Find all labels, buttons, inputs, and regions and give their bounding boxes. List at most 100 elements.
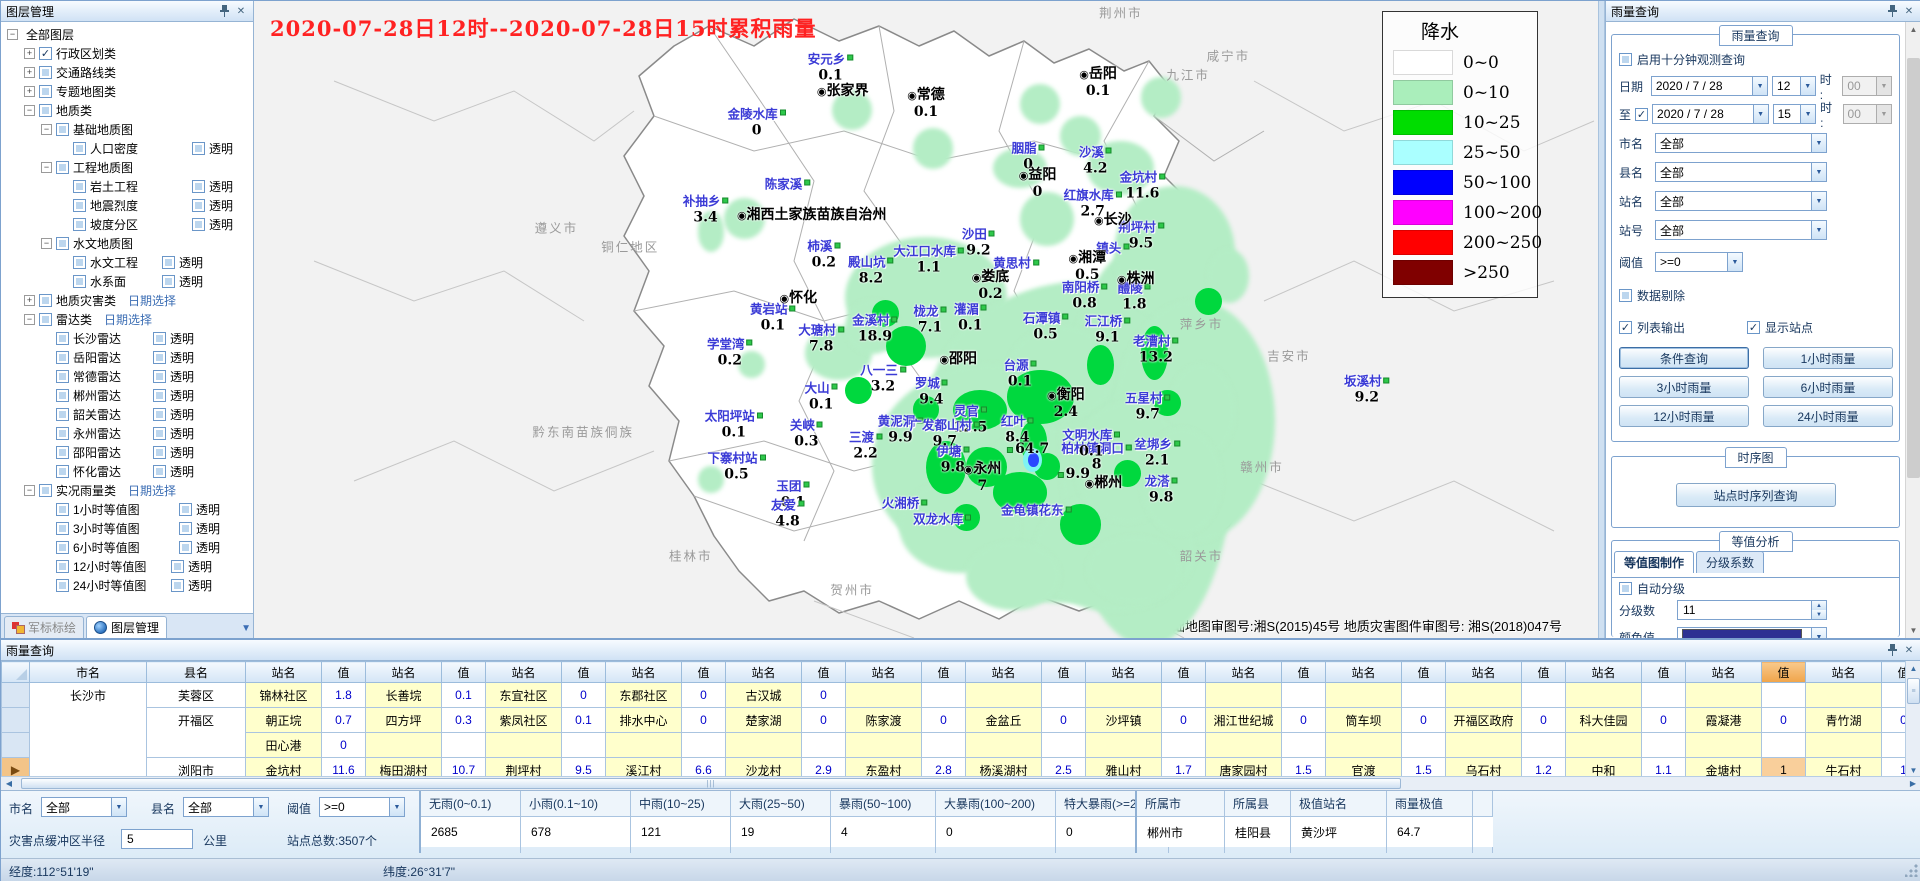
dropdown-icon[interactable]: ▼ <box>1752 77 1767 95</box>
tree-scroll-down-icon[interactable]: ▼ <box>241 623 251 634</box>
transparent-checkbox[interactable] <box>192 142 205 155</box>
field-combo-县名[interactable]: 全部▼ <box>1655 162 1827 182</box>
right-panel-scrollbar[interactable]: ▲ ▼ <box>1905 22 1920 638</box>
tree-item[interactable]: 人口密度透明 <box>1 139 253 158</box>
station-name-cell[interactable] <box>846 683 922 708</box>
station-name-cell[interactable] <box>1326 683 1402 708</box>
station-name-cell[interactable]: 青竹湖 <box>1806 708 1882 733</box>
dropdown-icon[interactable]: ▼ <box>389 798 404 816</box>
station-value-cell[interactable]: 1.5 <box>1282 758 1326 779</box>
collapse-icon[interactable]: − <box>41 162 52 173</box>
station-name-cell[interactable]: 排水中心 <box>606 708 682 733</box>
expand-icon[interactable]: + <box>24 86 35 97</box>
tab-military-plot[interactable]: 军标标绘 <box>4 616 84 638</box>
station-value-cell[interactable]: 0 <box>922 708 966 733</box>
tree-item[interactable]: −地质类 <box>1 101 253 120</box>
station-name-cell[interactable]: 雅山村 <box>1086 758 1162 779</box>
station-value-cell[interactable]: 2.8 <box>922 758 966 779</box>
query-button-1[interactable]: 条件查询 <box>1619 347 1749 369</box>
station-name-cell[interactable]: 四方坪 <box>366 708 442 733</box>
tree-item[interactable]: 水系面透明 <box>1 272 253 291</box>
layer-checkbox[interactable] <box>39 104 52 117</box>
station-name-cell[interactable]: 紫凤社区 <box>486 708 562 733</box>
station-name-cell[interactable] <box>1686 683 1762 708</box>
station-value-cell[interactable] <box>1042 683 1086 708</box>
station-value-cell[interactable]: 2.9 <box>802 758 846 779</box>
column-header-station[interactable]: 站名 <box>726 662 802 683</box>
dropdown-icon[interactable]: ▼ <box>1811 221 1826 239</box>
column-header-station[interactable]: 站名 <box>1086 662 1162 683</box>
station-name-cell[interactable] <box>1446 683 1522 708</box>
layer-checkbox[interactable] <box>56 579 69 592</box>
tree-item[interactable]: 长沙雷达透明 <box>1 329 253 348</box>
transparent-checkbox[interactable] <box>153 408 166 421</box>
query-button-3[interactable]: 3小时雨量 <box>1619 376 1749 398</box>
dropdown-icon[interactable]: ▼ <box>1800 105 1815 123</box>
pin-icon[interactable] <box>1885 4 1899 18</box>
station-name-cell[interactable]: 唐家园村 <box>1206 758 1282 779</box>
station-value-cell[interactable]: 0 <box>802 708 846 733</box>
layer-checkbox[interactable] <box>73 275 86 288</box>
station-value-cell[interactable]: 9.5 <box>562 758 606 779</box>
transparent-checkbox[interactable] <box>153 446 166 459</box>
dropdown-icon[interactable]: ▼ <box>253 798 268 816</box>
date-select-link[interactable]: 日期选择 <box>128 292 176 309</box>
tree-item[interactable]: 坡度分区透明 <box>1 215 253 234</box>
layer-checkbox[interactable] <box>39 294 52 307</box>
tree-item[interactable]: −工程地质图 <box>1 158 253 177</box>
station-name-cell[interactable]: 溪江村 <box>606 758 682 779</box>
station-name-cell[interactable]: 锦林社区 <box>246 683 322 708</box>
station-name-cell[interactable] <box>486 733 562 758</box>
tree-item[interactable]: +✓行政区划类 <box>1 44 253 63</box>
station-value-cell[interactable]: 0 <box>1522 708 1566 733</box>
column-header-station[interactable]: 站名 <box>846 662 922 683</box>
tree-item[interactable]: 水文工程透明 <box>1 253 253 272</box>
station-name-cell[interactable] <box>1206 683 1282 708</box>
vertical-splitter[interactable] <box>1598 1 1605 638</box>
station-value-cell[interactable] <box>1762 733 1806 758</box>
query-button-4[interactable]: 6小时雨量 <box>1763 376 1893 398</box>
station-name-cell[interactable]: 陈家渡 <box>846 708 922 733</box>
tree-item[interactable]: −水文地质图 <box>1 234 253 253</box>
collapse-icon[interactable]: − <box>24 485 35 496</box>
column-header-station[interactable]: 站名 <box>1326 662 1402 683</box>
station-name-cell[interactable]: 开福区政府 <box>1446 708 1522 733</box>
station-name-cell[interactable] <box>1806 733 1882 758</box>
station-value-cell[interactable]: 1.7 <box>1162 758 1206 779</box>
station-name-cell[interactable]: 金坑村 <box>246 758 322 779</box>
layer-checkbox[interactable] <box>56 370 69 383</box>
county-cell[interactable]: 开福区 <box>147 708 246 758</box>
station-name-cell[interactable]: 科大佳园 <box>1566 708 1642 733</box>
threshold-combo[interactable]: >=0▼ <box>1655 252 1743 272</box>
station-name-cell[interactable] <box>1326 733 1402 758</box>
station-value-cell[interactable] <box>1282 733 1326 758</box>
layer-checkbox[interactable] <box>39 484 52 497</box>
station-name-cell[interactable] <box>1446 733 1522 758</box>
station-value-cell[interactable]: 2.5 <box>1042 758 1086 779</box>
tree-item[interactable]: 地震烈度透明 <box>1 196 253 215</box>
dropdown-icon[interactable]: ▼ <box>1811 163 1826 181</box>
station-name-cell[interactable] <box>1086 733 1162 758</box>
layer-checkbox[interactable] <box>56 123 69 136</box>
station-value-cell[interactable]: 0 <box>322 733 366 758</box>
station-name-cell[interactable] <box>846 733 922 758</box>
list-output-checkbox[interactable]: ✓ <box>1619 321 1632 334</box>
station-value-cell[interactable] <box>1282 683 1326 708</box>
station-name-cell[interactable]: 乌石村 <box>1446 758 1522 779</box>
column-header-value[interactable]: 值 <box>562 662 606 683</box>
city-cell[interactable]: 长沙市 <box>30 683 147 779</box>
grade-count-stepper[interactable]: 11▲▼ <box>1677 600 1827 620</box>
tree-item[interactable]: 永州雷达透明 <box>1 424 253 443</box>
auto-grade-checkbox[interactable] <box>1619 582 1632 595</box>
station-value-cell[interactable] <box>1522 733 1566 758</box>
layer-checkbox[interactable] <box>56 237 69 250</box>
column-header[interactable]: 市名 <box>30 662 147 683</box>
transparent-checkbox[interactable] <box>153 370 166 383</box>
transparent-checkbox[interactable] <box>153 427 166 440</box>
station-value-cell[interactable] <box>1402 683 1446 708</box>
collapse-icon[interactable]: − <box>24 105 35 116</box>
station-name-cell[interactable] <box>606 733 682 758</box>
column-header-station[interactable]: 站名 <box>246 662 322 683</box>
station-value-cell[interactable] <box>1162 683 1206 708</box>
station-name-cell[interactable]: 长善垸 <box>366 683 442 708</box>
